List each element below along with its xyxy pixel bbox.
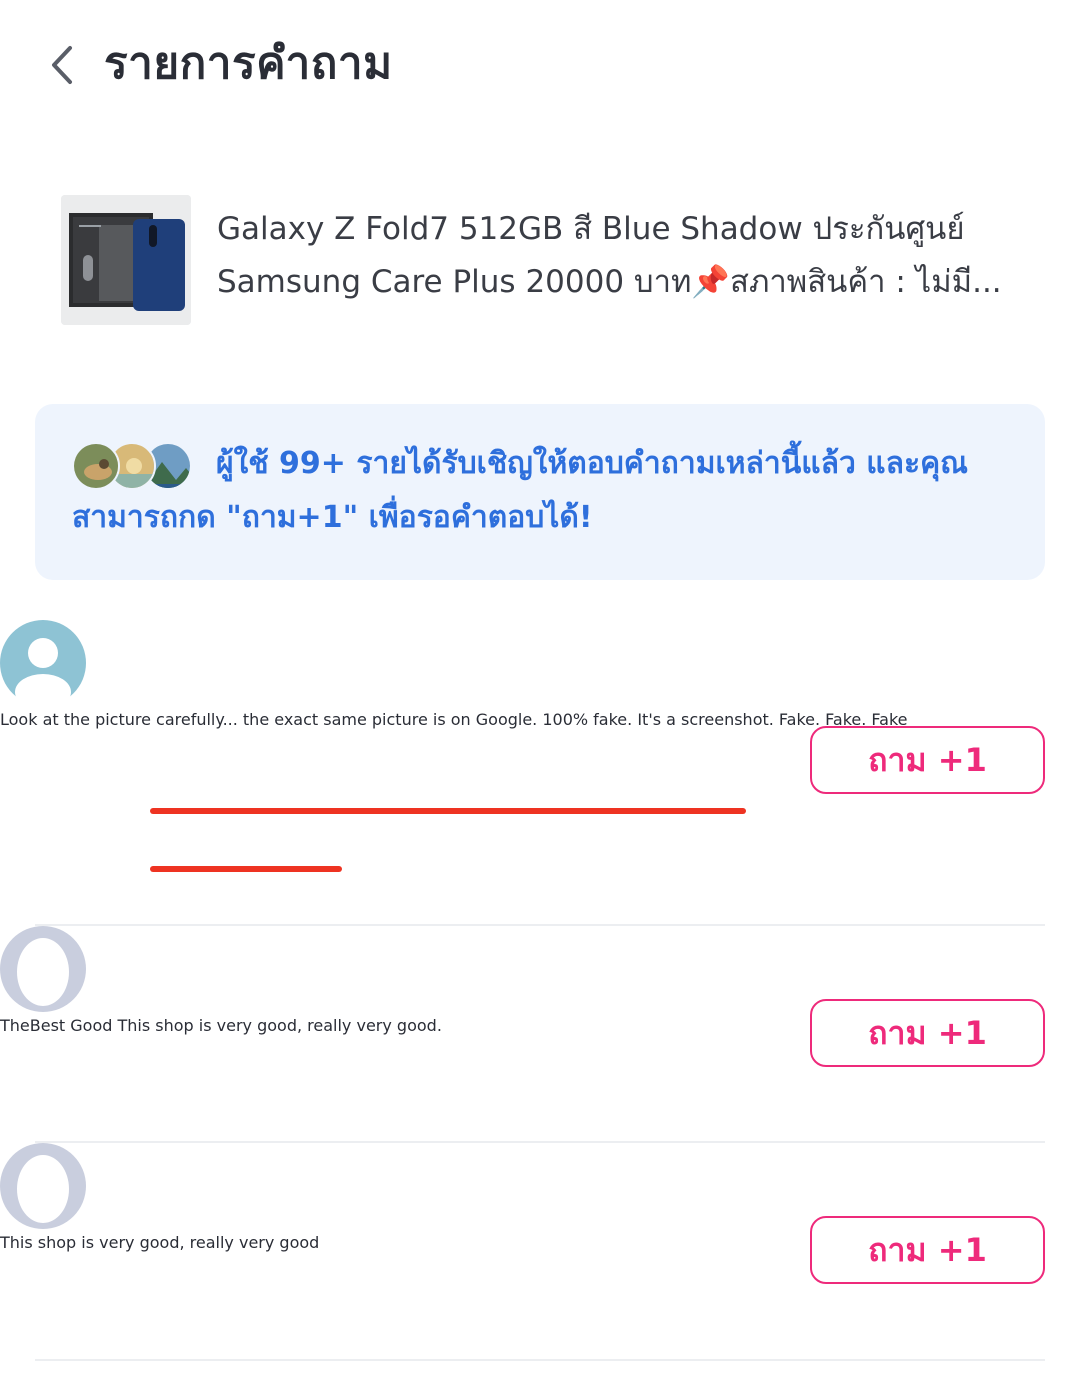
invite-banner: ผู้ใช้ 99+ รายได้รับเชิญให้ตอบคำถามเหล่า… xyxy=(35,404,1045,580)
question-item: Look at the picture carefully... the exa… xyxy=(0,620,1075,926)
avatar xyxy=(0,620,1075,710)
annotation-underline xyxy=(150,866,342,872)
product-title[interactable]: Galaxy Z Fold7 512GB สี Blue Shadow ประก… xyxy=(217,203,1035,309)
divider xyxy=(35,1359,1045,1361)
default-user-icon xyxy=(0,620,86,710)
product-card[interactable]: Galaxy Z Fold7 512GB สี Blue Shadow ประก… xyxy=(61,195,1041,325)
question-item: This shop is very good, really very good… xyxy=(0,1143,1075,1361)
phone-box-image xyxy=(61,195,191,325)
header: รายการคำถาม xyxy=(0,0,1075,130)
invited-users-avatars xyxy=(72,442,192,490)
product-image[interactable] xyxy=(61,195,191,325)
page-title: รายการคำถาม xyxy=(104,38,393,89)
back-button[interactable] xyxy=(38,40,84,90)
ask-plus-one-button[interactable]: ถาม +1 xyxy=(810,726,1045,794)
questions-page: รายการคำถาม Galaxy Z Fold7 512GB สี Blue… xyxy=(0,0,1075,1399)
blank-profile-icon xyxy=(0,1143,86,1229)
invite-banner-text: ผู้ใช้ 99+ รายได้รับเชิญให้ตอบคำถามเหล่า… xyxy=(72,446,968,535)
blank-profile-icon xyxy=(0,926,86,1012)
ask-plus-one-button[interactable]: ถาม +1 xyxy=(810,999,1045,1067)
annotation-underline xyxy=(150,808,746,814)
avatar xyxy=(72,442,120,490)
chevron-left-icon xyxy=(52,46,72,84)
ask-plus-one-button[interactable]: ถาม +1 xyxy=(810,1216,1045,1284)
question-item: TheBest Good This shop is very good, rea… xyxy=(0,926,1075,1143)
